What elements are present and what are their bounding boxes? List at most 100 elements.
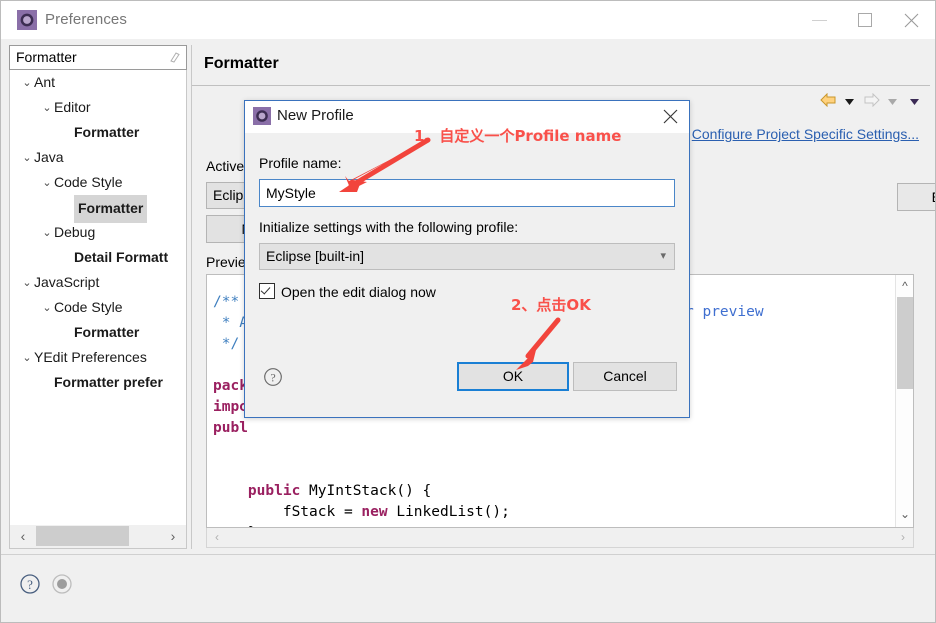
tree-item-formatter[interactable]: Formatter	[10, 120, 186, 145]
code-token: new	[361, 503, 388, 520]
tree-item-debug[interactable]: ⌄ Debug	[10, 220, 186, 245]
tree-item-label: Editor	[54, 99, 91, 115]
record-icon[interactable]	[51, 573, 73, 595]
tree-item-code-style[interactable]: ⌄ Code Style	[10, 170, 186, 195]
scroll-right-icon[interactable]: ›	[895, 529, 911, 545]
code-token: public	[247, 482, 301, 499]
navigation-panel: Formatter ⌄ Ant ⌄ Editor Formatter ⌄ Java ⌄ Code…	[9, 45, 187, 549]
tree-item-code-style[interactable]: ⌄ Code Style	[10, 295, 186, 320]
tree-item-formatter-prefer[interactable]: Formatter prefer	[10, 370, 186, 395]
chevron-down-icon[interactable]: ⌄	[20, 71, 34, 96]
forward-arrow-icon[interactable]	[863, 92, 880, 110]
tree-item-formatter[interactable]: Formatter	[10, 195, 186, 223]
profile-name-value: MyStyle	[266, 185, 316, 201]
tree-item-label: Formatter prefer	[54, 374, 163, 390]
close-icon[interactable]	[657, 105, 683, 129]
chevron-down-icon[interactable]	[910, 94, 919, 109]
window-title: Preferences	[45, 11, 127, 28]
code-preview-visible-fragment: r preview	[685, 304, 764, 320]
open-edit-dialog-checkbox-row[interactable]: Open the edit dialog now	[259, 283, 436, 300]
minimize-icon[interactable]	[797, 1, 843, 39]
annotation-text-1: 1、自定义一个Profile name	[414, 127, 622, 145]
tree-item-label: JavaScript	[34, 274, 100, 290]
search-input[interactable]: Formatter	[9, 45, 187, 70]
tree-horizontal-scrollbar[interactable]: ‹ ›	[9, 525, 187, 549]
chevron-down-icon[interactable]: ⌄	[40, 171, 54, 196]
cancel-button[interactable]: Cancel	[573, 362, 677, 391]
window-titlebar: Preferences	[1, 1, 935, 39]
tree-item-label: Formatter	[74, 324, 140, 340]
tree-item-label: Formatter	[74, 124, 140, 140]
dialog-title: New Profile	[277, 107, 354, 124]
close-icon[interactable]	[889, 1, 935, 39]
scroll-down-icon[interactable]: ⌄	[896, 505, 913, 523]
annotation-arrow-1	[339, 137, 431, 192]
tree-item-yedit-preferences[interactable]: ⌄ YEdit Preferences	[10, 345, 186, 370]
navigation-history-controls	[815, 92, 919, 111]
help-icon[interactable]: ?	[19, 573, 41, 595]
eclipse-icon	[17, 10, 37, 30]
preferences-window: Preferences Formatter ⌄ Ant ⌄ Editor Formatt…	[0, 0, 936, 623]
clear-icon[interactable]	[168, 51, 181, 64]
dialog-footer: ? blog.csdn.net/weixin_00195007 Apply an…	[1, 555, 935, 622]
code-token: impo	[213, 398, 248, 415]
chevron-down-icon[interactable]: ⌄	[20, 146, 34, 171]
tree-item-java[interactable]: ⌄ Java	[10, 145, 186, 170]
code-token: MyIntStack() {	[300, 482, 432, 499]
scroll-up-icon[interactable]: ^	[896, 277, 913, 295]
eclipse-icon	[253, 107, 271, 125]
back-arrow-icon[interactable]	[819, 92, 837, 110]
tree-item-editor[interactable]: ⌄ Editor	[10, 95, 186, 120]
chevron-down-icon[interactable]: ⌄	[40, 296, 54, 321]
chevron-down-icon[interactable]: ⌄	[40, 221, 54, 246]
tree-item-ant[interactable]: ⌄ Ant	[10, 70, 186, 95]
new-profile-dialog: New Profile Profile name: MyStyle Initia…	[244, 100, 690, 418]
code-token: publ	[213, 419, 248, 436]
code-token: fStack =	[213, 503, 362, 520]
code-token: LinkedList();	[387, 503, 510, 520]
tree-item-javascript[interactable]: ⌄ JavaScript	[10, 270, 186, 295]
tree-item-label: Code Style	[54, 174, 123, 190]
help-icon[interactable]: ?	[263, 367, 283, 387]
preview-vertical-scrollbar[interactable]: ^ ⌄	[895, 275, 913, 527]
chevron-down-icon[interactable]: ⌄	[20, 346, 34, 371]
initialize-profile-select[interactable]: Eclipse [built-in] ▾	[259, 243, 675, 270]
preferences-tree[interactable]: ⌄ Ant ⌄ Editor Formatter ⌄ Java ⌄ Code Style Form…	[9, 70, 187, 525]
profile-name-input[interactable]: MyStyle	[259, 179, 675, 207]
tree-item-label: Debug	[54, 224, 96, 240]
tree-item-label: Formatter	[74, 195, 148, 223]
chevron-down-icon[interactable]	[845, 94, 855, 109]
chevron-down-icon[interactable]: ⌄	[40, 96, 54, 121]
preview-horizontal-scrollbar[interactable]: ‹ ›	[206, 528, 914, 548]
chevron-down-icon[interactable]: ▾	[660, 244, 666, 269]
tree-item-label: Ant	[34, 74, 56, 90]
tree-item-label: Java	[34, 149, 64, 165]
search-input-value: Formatter	[16, 49, 77, 65]
open-edit-dialog-label: Open the edit dialog now	[281, 284, 436, 300]
tree-item-label: YEdit Preferences	[34, 349, 147, 365]
code-token: /**	[213, 293, 240, 310]
tree-item-label: Detail Formatt	[74, 249, 169, 265]
scroll-left-icon[interactable]: ‹	[209, 529, 225, 545]
configure-project-specific-settings-link[interactable]: Configure Project Specific Settings...	[692, 126, 919, 142]
annotation-arrow-2	[516, 317, 561, 370]
svg-text:?: ?	[270, 371, 275, 385]
divider	[192, 85, 930, 86]
tree-item-formatter[interactable]: Formatter	[10, 320, 186, 345]
scrollbar-thumb[interactable]	[897, 297, 913, 389]
annotation-text-2: 2、点击OK	[511, 296, 591, 314]
scroll-left-icon[interactable]: ‹	[14, 527, 32, 545]
chevron-down-icon[interactable]: ⌄	[20, 271, 34, 296]
code-token: * A	[213, 314, 248, 331]
page-title: Formatter	[204, 55, 279, 72]
tree-item-detail-formatt[interactable]: Detail Formatt	[10, 245, 186, 270]
svg-text:?: ?	[27, 577, 33, 592]
scrollbar-thumb[interactable]	[36, 526, 129, 546]
scroll-right-icon[interactable]: ›	[164, 527, 182, 545]
open-edit-dialog-checkbox[interactable]	[259, 283, 275, 299]
edit-profile-button[interactable]: Edit...	[897, 183, 935, 211]
maximize-icon[interactable]	[843, 1, 889, 39]
code-token: pack	[213, 377, 248, 394]
chevron-down-icon[interactable]	[888, 94, 898, 109]
